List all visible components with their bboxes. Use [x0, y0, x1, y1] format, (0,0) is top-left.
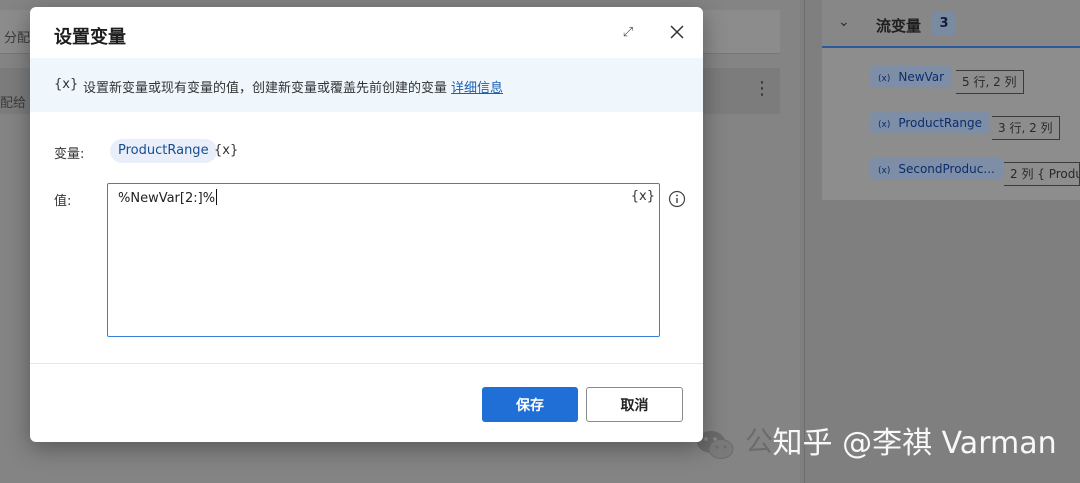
variable-icon: (x): [878, 120, 891, 130]
flow-variables-title: 流变量: [876, 17, 922, 35]
variable-name: NewVar: [898, 70, 945, 84]
text-caret: [216, 189, 218, 205]
value-label: 值:: [54, 194, 72, 209]
variable-chip[interactable]: (x) SecondProduc...: [870, 158, 1003, 180]
variable-picker-icon[interactable]: {x}: [214, 143, 238, 158]
variable-name-chip[interactable]: ProductRange: [110, 139, 217, 163]
variable-chip[interactable]: (x) ProductRange: [870, 112, 990, 134]
info-icon[interactable]: [668, 190, 686, 208]
set-variable-dialog: 设置变量 ⤢ {x} 设置新变量或现有变量的值，创建新变量或覆盖先前创建的变量详…: [30, 7, 703, 442]
flow-variables-count-badge: 3: [932, 12, 956, 36]
close-icon[interactable]: [666, 21, 688, 43]
footer-divider: [30, 363, 703, 364]
variable-dimensions: 3 行, 2 列: [992, 116, 1060, 140]
background-row-label: 分配: [4, 31, 31, 46]
watermark-text: 知乎 @李祺 Varman: [772, 426, 1057, 461]
panel-divider: [804, 0, 805, 483]
variable-name: ProductRange: [898, 116, 982, 130]
watermark: 知乎 @李祺 Varman: [695, 418, 1057, 463]
variable-icon: (x): [878, 74, 891, 84]
info-text: 设置新变量或现有变量的值，创建新变量或覆盖先前创建的变量 详细信息: [83, 77, 503, 96]
cancel-button[interactable]: 取消: [586, 387, 683, 422]
chevron-down-icon[interactable]: ⌄: [838, 14, 850, 30]
more-options-icon[interactable]: ⋮: [752, 78, 772, 99]
variable-name: SecondProduc...: [898, 162, 995, 176]
variable-dimensions: 2 列 { Produc: [1004, 162, 1080, 186]
flow-variables-header[interactable]: ⌄ 流变量 3: [822, 0, 1080, 48]
expand-icon[interactable]: ⤢: [618, 23, 638, 43]
dialog-title: 设置变量: [54, 27, 126, 48]
variable-chip[interactable]: (x) NewVar: [870, 66, 953, 88]
value-input[interactable]: %NewVar[2:]% {x}: [107, 183, 660, 337]
value-variable-picker-icon[interactable]: {x}: [631, 189, 655, 204]
info-banner: {x} 设置新变量或现有变量的值，创建新变量或覆盖先前创建的变量 详细信息: [30, 58, 703, 112]
flow-variables-panel: ⌄ 流变量 3 (x) NewVar 5 行, 2 列 (x) ProductRan…: [822, 0, 1080, 200]
value-text[interactable]: %NewVar[2:]%: [118, 189, 218, 206]
more-info-link[interactable]: 详细信息: [451, 81, 503, 96]
variable-dimensions: 5 行, 2 列: [956, 70, 1024, 94]
info-description: 设置新变量或现有变量的值，创建新变量或覆盖先前创建的变量: [83, 81, 448, 96]
background-row-label: 配给: [0, 96, 27, 111]
save-button[interactable]: 保存: [482, 387, 578, 422]
variable-label: 变量:: [54, 147, 85, 162]
variable-icon: (x): [878, 166, 891, 176]
variable-icon: {x}: [54, 77, 79, 92]
